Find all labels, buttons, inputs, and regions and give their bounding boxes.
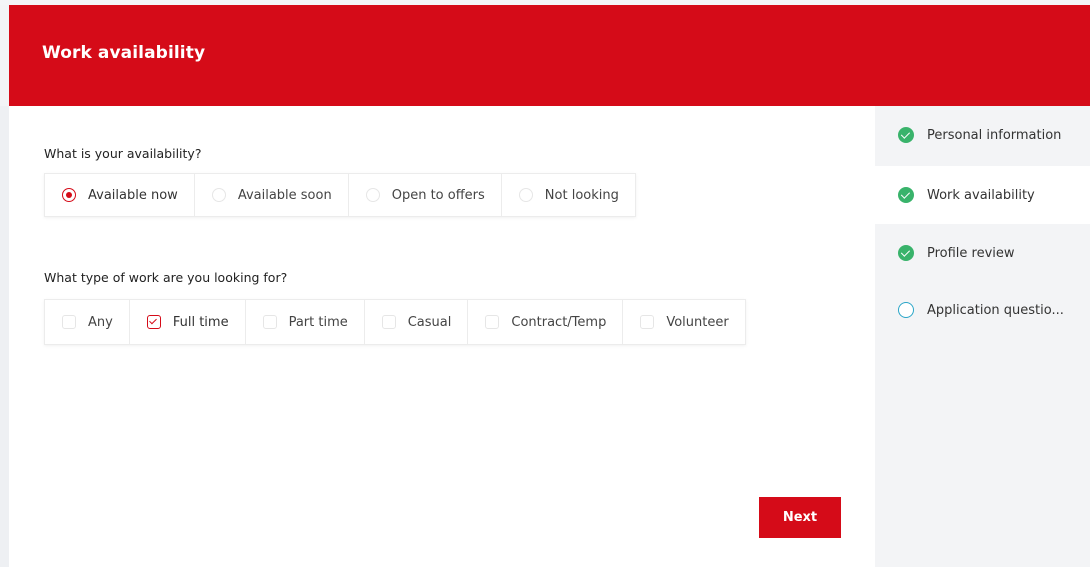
page-title: Work availability [42,43,206,63]
option-label: Available soon [237,187,332,203]
progress-sidebar: Personal information Work availability P… [875,106,1090,567]
work-type-option-part-time[interactable]: Part time [246,300,365,344]
option-label: Available now [88,187,178,203]
option-label: Full time [172,314,229,330]
work-type-checkbox-group: Any Full time Part time Casual Contract/… [44,299,746,345]
availability-option-available-now[interactable]: Available now [45,174,195,216]
availability-question: What is your availability? [44,146,202,161]
checkbox-icon[interactable] [62,315,76,329]
form-panel: What is your availability? Available now… [9,106,875,567]
option-label: Open to offers [391,187,485,203]
radio-selected-icon[interactable] [62,188,76,202]
step-personal-information[interactable]: Personal information [875,106,1090,164]
page-header: Work availability [9,5,1090,106]
radio-icon[interactable] [211,188,226,202]
step-label: Work availability [927,187,1035,203]
option-label: Casual [407,314,452,330]
work-type-option-full-time[interactable]: Full time [130,300,246,344]
radio-icon[interactable] [365,188,380,202]
empty-circle-icon [898,302,914,318]
availability-radio-group: Available now Available soon Open to off… [44,173,636,217]
work-type-option-casual[interactable]: Casual [365,300,469,344]
step-label: Personal information [927,127,1062,143]
checkbox-icon[interactable] [485,315,500,329]
availability-option-open-to-offers[interactable]: Open to offers [349,174,502,216]
work-type-question: What type of work are you looking for? [44,270,288,285]
checkbox-checked-icon[interactable] [146,315,161,329]
work-type-option-any[interactable]: Any [45,300,130,344]
checkbox-icon[interactable] [262,315,277,329]
option-label: Part time [288,314,348,330]
checkbox-icon[interactable] [640,315,655,329]
step-application-questions[interactable]: Application questio... [875,281,1090,339]
option-label: Any [88,314,113,330]
checkbox-icon[interactable] [381,315,396,329]
availability-option-available-soon[interactable]: Available soon [195,174,349,216]
left-edge [0,106,9,567]
step-profile-review[interactable]: Profile review [875,224,1090,282]
step-label: Profile review [927,245,1015,261]
check-circle-icon [898,127,914,143]
check-circle-icon [898,187,914,203]
availability-option-not-looking[interactable]: Not looking [502,174,635,216]
option-label: Contract/Temp [511,314,607,330]
work-type-option-contract-temp[interactable]: Contract/Temp [468,300,624,344]
step-work-availability[interactable]: Work availability [875,166,1090,224]
next-button[interactable]: Next [759,497,841,538]
radio-icon[interactable] [518,188,533,202]
step-label: Application questio... [927,302,1064,318]
check-circle-icon [898,245,914,261]
work-type-option-volunteer[interactable]: Volunteer [623,300,744,344]
option-label: Not looking [544,187,619,203]
option-label: Volunteer [666,314,729,330]
